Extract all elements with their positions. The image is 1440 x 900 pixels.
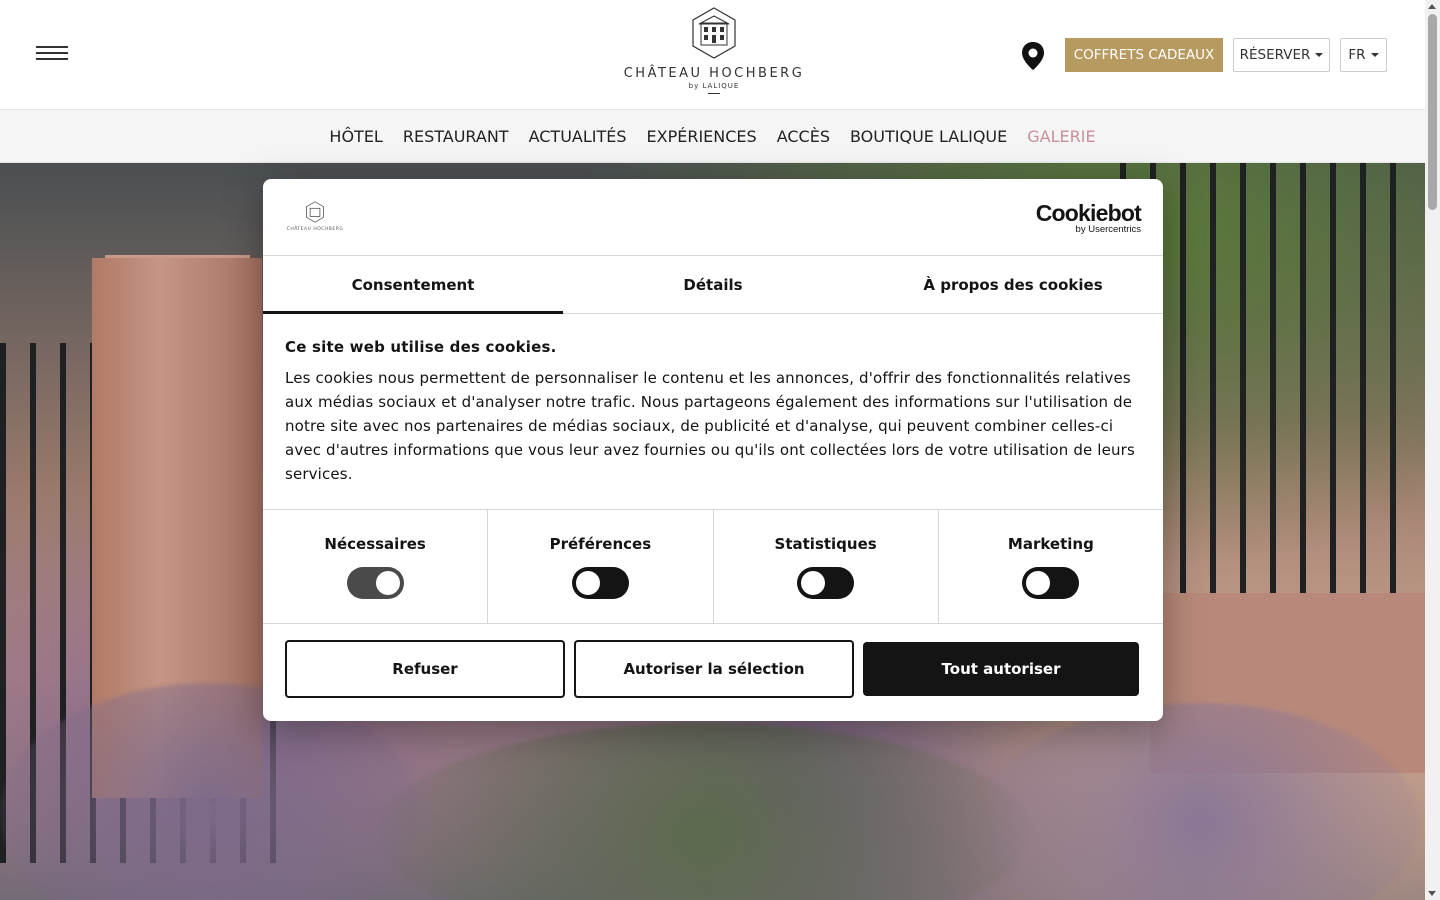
caret-down-icon — [1370, 53, 1379, 57]
tab-consentement[interactable]: Consentement — [263, 256, 563, 314]
toggle-statistics: Statistiques — [714, 510, 939, 623]
chateau-logo-icon — [692, 7, 736, 59]
switch-knob — [575, 571, 600, 595]
scroll-down-arrow-icon[interactable] — [1428, 891, 1436, 896]
cookie-consent-dialog: CHÂTEAU HOCHBERG Cookiebot by Usercentri… — [263, 179, 1163, 721]
preferences-switch[interactable] — [571, 567, 629, 599]
necessary-switch[interactable] — [346, 567, 404, 599]
language-label: FR — [1348, 47, 1366, 63]
toggle-necessary: Nécessaires — [263, 510, 489, 623]
nav-item-galerie[interactable]: GALERIE — [1027, 127, 1095, 146]
nav-item-boutique-lalique[interactable]: BOUTIQUE LALIQUE — [850, 127, 1007, 146]
toggle-preferences: Préférences — [488, 510, 714, 623]
gift-boxes-button[interactable]: COFFRETS CADEAUX — [1065, 38, 1223, 72]
tab-details[interactable]: Détails — [563, 256, 863, 313]
toggle-label: Statistiques — [774, 535, 877, 553]
logo-name: CHÂTEAU HOCHBERG — [623, 66, 805, 81]
nav-item-acces[interactable]: ACCÈS — [777, 127, 830, 146]
dialog-site-logo: CHÂTEAU HOCHBERG — [285, 201, 345, 232]
nav-item-restaurant[interactable]: RESTAURANT — [403, 127, 509, 146]
site-header: CHÂTEAU HOCHBERG by LALIQUE COFFRETS CAD… — [0, 0, 1425, 110]
marketing-switch[interactable] — [1022, 567, 1080, 599]
allow-all-button[interactable]: Tout autoriser — [863, 642, 1139, 696]
logo-divider — [708, 93, 720, 94]
caret-down-icon — [1315, 53, 1324, 57]
scrollbar-thumb[interactable] — [1428, 14, 1437, 210]
reserve-label: RÉSERVER — [1239, 47, 1311, 63]
reserve-dropdown[interactable]: RÉSERVER — [1233, 38, 1330, 72]
cookiebot-brand: Cookiebot — [1035, 200, 1142, 226]
green-bush — [380, 723, 1030, 900]
toggle-label: Nécessaires — [324, 535, 426, 553]
cookiebot-brand-sub: by Usercentrics — [1075, 224, 1141, 235]
dialog-header: CHÂTEAU HOCHBERG Cookiebot by Usercentri… — [263, 179, 1163, 256]
nav-item-experiences[interactable]: EXPÉRIENCES — [647, 127, 757, 146]
chateau-logo-icon — [306, 201, 324, 223]
menu-icon[interactable] — [36, 46, 68, 64]
dialog-buttons: Refuser Autoriser la sélection Tout auto… — [263, 624, 1163, 714]
scroll-up-arrow-icon[interactable] — [1428, 4, 1436, 9]
consent-toggles: Nécessaires Préférences Statistiques Mar… — [263, 510, 1163, 624]
switch-knob — [801, 571, 826, 595]
logo-subtitle: by LALIQUE — [688, 82, 740, 90]
switch-knob — [1026, 571, 1051, 595]
language-dropdown[interactable]: FR — [1340, 38, 1387, 72]
tab-about-cookies[interactable]: À propos des cookies — [863, 256, 1163, 313]
map-pin-icon[interactable] — [1020, 41, 1046, 71]
main-nav: HÔTEL RESTAURANT ACTUALITÉS EXPÉRIENCES … — [0, 110, 1425, 163]
dialog-body: Ce site web utilise des cookies. Les coo… — [263, 314, 1163, 510]
site-logo[interactable]: CHÂTEAU HOCHBERG by LALIQUE — [614, 6, 814, 102]
cookiebot-logo[interactable]: Cookiebot by Usercentrics — [1035, 200, 1142, 235]
toggle-marketing: Marketing — [939, 510, 1163, 623]
nav-item-actualites[interactable]: ACTUALITÉS — [529, 127, 627, 146]
switch-knob — [375, 571, 400, 595]
nav-item-hotel[interactable]: HÔTEL — [329, 127, 382, 146]
toggle-label: Marketing — [1007, 535, 1094, 553]
toggle-label: Préférences — [549, 535, 652, 553]
dialog-description: Les cookies nous permettent de personnal… — [285, 369, 1135, 483]
dialog-tabs: Consentement Détails À propos des cookie… — [263, 256, 1163, 314]
allow-selection-button[interactable]: Autoriser la sélection — [574, 640, 854, 698]
page-scrollbar[interactable] — [1425, 0, 1440, 900]
statistics-switch[interactable] — [797, 567, 855, 599]
dialog-title: Ce site web utilise des cookies. — [285, 338, 557, 356]
refuse-button[interactable]: Refuser — [285, 640, 565, 698]
dialog-logo-text: CHÂTEAU HOCHBERG — [286, 227, 344, 232]
